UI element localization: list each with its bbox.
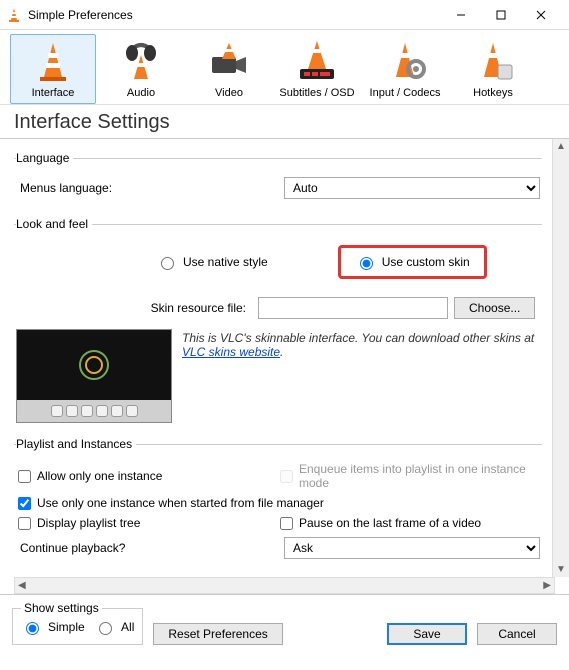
check-pause-last-frame[interactable]: Pause on the last frame of a video xyxy=(278,516,540,530)
tab-subtitles[interactable]: Subtitles / OSD xyxy=(274,34,360,104)
save-button[interactable]: Save xyxy=(387,623,467,645)
radio-native-style[interactable]: Use native style xyxy=(156,245,268,279)
tab-label: Audio xyxy=(127,87,155,99)
skin-file-input[interactable] xyxy=(258,297,448,319)
show-settings-group: Show settings Simple All xyxy=(12,601,143,645)
skins-website-link[interactable]: VLC skins website xyxy=(182,345,280,359)
skin-description: This is VLC's skinnable interface. You c… xyxy=(182,329,540,423)
hotkeys-icon xyxy=(470,39,516,85)
check-display-tree[interactable]: Display playlist tree xyxy=(16,516,278,530)
horizontal-scrollbar[interactable]: ◀ ▶ xyxy=(14,577,555,594)
tab-input-codecs[interactable]: Input / Codecs xyxy=(362,34,448,104)
choose-button[interactable]: Choose... xyxy=(454,297,535,319)
settings-scroll-area: Language Menus language: Auto Look and f… xyxy=(0,139,552,577)
group-playlist: Playlist and Instances Allow only one in… xyxy=(14,437,542,567)
page-title: Interface Settings xyxy=(0,105,569,139)
skin-preview xyxy=(16,329,172,423)
tab-video[interactable]: Video xyxy=(186,34,272,104)
footer: Show settings Simple All Reset Preferenc… xyxy=(0,594,569,653)
radio-custom-input[interactable] xyxy=(360,257,373,270)
scroll-up-icon[interactable]: ▲ xyxy=(556,141,566,152)
radio-all[interactable]: All xyxy=(94,619,134,635)
tab-label: Interface xyxy=(32,87,75,99)
tab-label: Input / Codecs xyxy=(370,87,441,99)
group-legend: Language xyxy=(16,151,73,165)
group-legend: Playlist and Instances xyxy=(16,437,136,451)
tab-interface[interactable]: Interface xyxy=(10,34,96,104)
menus-language-select[interactable]: Auto xyxy=(284,177,540,199)
minimize-button[interactable] xyxy=(441,1,481,29)
input-codecs-icon xyxy=(382,39,428,85)
check-enqueue: Enqueue items into playlist in one insta… xyxy=(278,462,540,490)
preview-controls xyxy=(17,400,171,422)
group-legend: Look and feel xyxy=(16,217,92,231)
tab-hotkeys[interactable]: Hotkeys xyxy=(450,34,536,104)
maximize-button[interactable] xyxy=(481,1,521,29)
check-one-instance-file-manager[interactable]: Use only one instance when started from … xyxy=(16,496,540,510)
vertical-scrollbar[interactable]: ▲ ▼ xyxy=(552,139,569,577)
tab-label: Video xyxy=(215,87,243,99)
interface-icon xyxy=(30,39,76,85)
show-settings-legend: Show settings xyxy=(21,601,102,615)
continue-playback-label: Continue playback? xyxy=(16,541,284,555)
scroll-left-icon[interactable]: ◀ xyxy=(18,580,26,591)
cancel-button[interactable]: Cancel xyxy=(477,623,557,645)
subtitles-icon xyxy=(294,39,340,85)
scroll-right-icon[interactable]: ▶ xyxy=(543,580,551,591)
group-look-and-feel: Look and feel Use native style Use custo… xyxy=(14,217,542,427)
radio-custom-skin[interactable]: Use custom skin xyxy=(338,245,487,279)
vlc-cone-icon xyxy=(6,7,22,23)
close-button[interactable] xyxy=(521,1,561,29)
check-allow-one-instance[interactable]: Allow only one instance xyxy=(16,462,278,490)
tab-label: Subtitles / OSD xyxy=(279,87,354,99)
continue-playback-select[interactable]: Ask xyxy=(284,537,540,559)
video-icon xyxy=(206,39,252,85)
window-title: Simple Preferences xyxy=(28,8,441,22)
scroll-down-icon[interactable]: ▼ xyxy=(556,564,566,575)
menus-language-label: Menus language: xyxy=(16,181,284,195)
category-toolbar: Interface Audio Video Subtitles / OSD In… xyxy=(0,30,569,105)
titlebar: Simple Preferences xyxy=(0,0,569,30)
reset-preferences-button[interactable]: Reset Preferences xyxy=(153,623,282,645)
radio-label: Use native style xyxy=(183,255,268,269)
radio-label: Use custom skin xyxy=(382,255,470,269)
skin-file-label: Skin resource file: xyxy=(116,301,252,315)
radio-native-input[interactable] xyxy=(161,257,174,270)
audio-icon xyxy=(118,39,164,85)
tab-label: Hotkeys xyxy=(473,87,513,99)
group-language: Language Menus language: Auto xyxy=(14,151,542,207)
tab-audio[interactable]: Audio xyxy=(98,34,184,104)
preview-visual-icon xyxy=(17,330,171,400)
radio-simple[interactable]: Simple xyxy=(21,619,85,635)
